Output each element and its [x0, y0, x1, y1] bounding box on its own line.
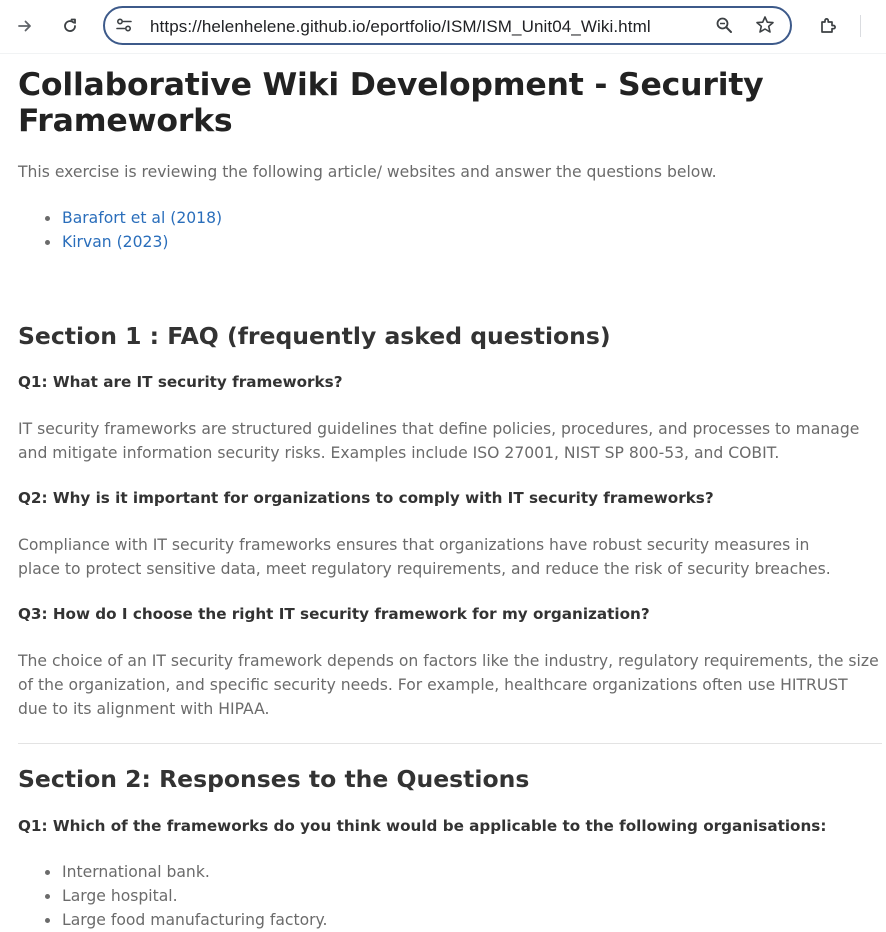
faq-answer-1: IT security frameworks are structured gu…	[18, 420, 860, 462]
address-bar[interactable]: https://helenhelene.github.io/eportfolio…	[103, 6, 792, 45]
zoom-icon	[716, 17, 732, 33]
zoom-button[interactable]	[709, 10, 739, 40]
section2-heading: Section 2: Responses to the Questions	[18, 765, 530, 793]
list-item: Barafort et al (2018)	[44, 206, 222, 230]
list-item: International bank.	[45, 860, 328, 884]
url-text[interactable]: https://helenhelene.github.io/eportfolio…	[150, 17, 651, 37]
reload-button[interactable]	[54, 10, 86, 42]
browser-toolbar: https://helenhelene.github.io/eportfolio…	[0, 0, 886, 54]
extensions-icon	[821, 18, 836, 33]
faq-answer-3: The choice of an IT security framework d…	[18, 652, 879, 718]
page-title: Collaborative Wiki Development - Securit…	[18, 67, 764, 139]
faq-question-1: Q1: What are IT security frameworks?	[18, 373, 343, 391]
link-kirvan[interactable]: Kirvan (2023)	[62, 233, 168, 251]
forward-arrow-icon	[18, 20, 31, 32]
faq-answer-2: Compliance with IT security frameworks e…	[18, 536, 831, 578]
link-barafort[interactable]: Barafort et al (2018)	[62, 209, 222, 227]
site-settings-icon	[116, 18, 132, 32]
reload-icon	[64, 18, 76, 32]
site-settings-button[interactable]	[109, 10, 139, 40]
section1-heading: Section 1 : FAQ (frequently asked questi…	[18, 322, 611, 350]
forward-button[interactable]	[9, 10, 41, 42]
faq-question-3: Q3: How do I choose the right IT securit…	[18, 605, 650, 623]
list-item: Large hospital.	[45, 884, 328, 908]
organisation-list: International bank. Large hospital. Larg…	[18, 860, 328, 932]
extensions-button[interactable]	[812, 10, 844, 42]
list-item: Large food manufacturing factory.	[45, 908, 328, 932]
bookmark-button[interactable]	[750, 10, 780, 40]
toolbar-divider	[860, 15, 861, 37]
section2-question-1: Q1: Which of the frameworks do you think…	[18, 817, 827, 835]
list-item: Kirvan (2023)	[44, 230, 222, 254]
bookmark-star-icon	[756, 16, 774, 33]
section-divider	[18, 743, 882, 744]
intro-text: This exercise is reviewing the following…	[18, 163, 717, 181]
reference-links: Barafort et al (2018) Kirvan (2023)	[18, 206, 222, 254]
faq-question-2: Q2: Why is it important for organization…	[18, 489, 714, 507]
